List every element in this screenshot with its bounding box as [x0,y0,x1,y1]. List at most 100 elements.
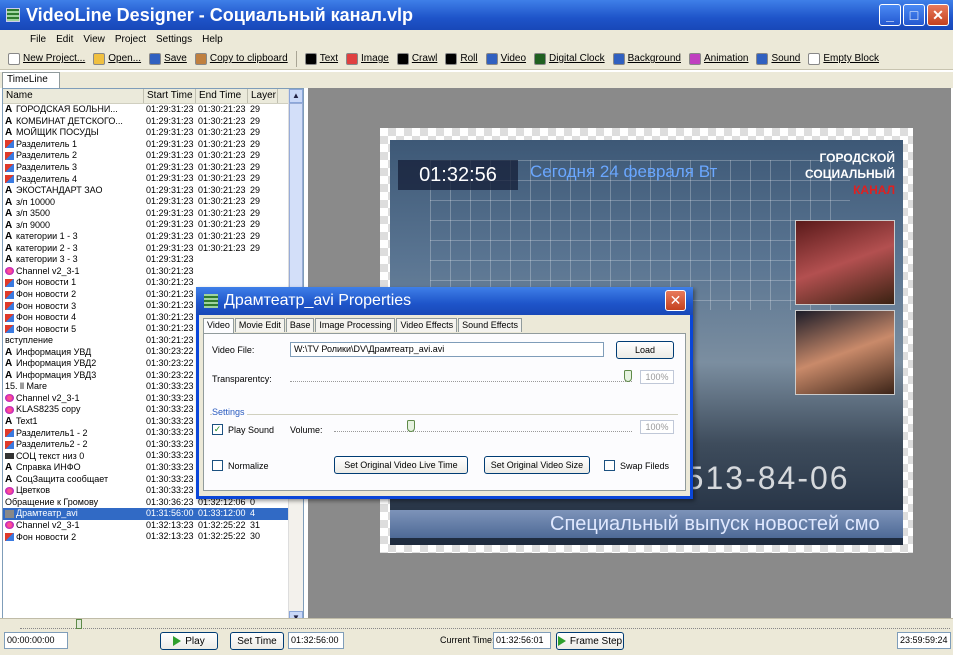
set-original-live-time-button[interactable]: Set Original Video Live Time [334,456,468,474]
volume-slider-knob[interactable] [406,420,415,432]
toolbar-empty-block-button[interactable]: Empty Block [804,52,883,65]
table-row[interactable]: Разделитель 2 01:29:31:23 01:30:21:23 29 [3,150,303,162]
row-layer: 29 [250,207,261,218]
close-button[interactable]: ✕ [927,4,949,26]
table-row[interactable]: Aз/п 9000 01:29:31:23 01:30:21:23 29 [3,219,303,231]
date-text[interactable]: Сегодня 24 февраля Вт [530,162,717,182]
table-row[interactable]: A КОМБИНАТ ДЕТСКОГО... 01:29:31:23 01:30:21… [3,116,303,128]
toolbar-background-button[interactable]: Background [609,52,685,65]
row-name: Информация УВД2 [16,358,97,369]
toolbar-video-button[interactable]: Video [482,52,530,65]
table-row[interactable]: A ЭКОСТАНДАРТ ЗАО 01:29:31:23 01:30:21:23 29 [3,185,303,197]
toolbar-crawl-button[interactable]: Crawl [393,52,442,65]
table-row[interactable]: Драмтеатр_avi 01:31:56:00 01:33:12:00 4 [3,508,303,520]
video-file-field[interactable]: W:\TV Ролики\DV\Драмтеатр_avi.avi [290,342,604,357]
volume-value[interactable]: 100% [640,420,674,434]
table-row[interactable]: Разделитель 4 01:29:31:23 01:30:21:23 29 [3,173,303,185]
row-name-cell: Разделитель 4 [3,173,144,185]
dialog-titlebar[interactable]: Драмтеатр_avi Properties ✕ [196,287,693,315]
set-time-button[interactable]: Set Time [230,632,284,650]
table-row[interactable]: A ГОРОДСКАЯ БОЛЬНИ... 01:29:31:23 01:30:21:… [3,104,303,116]
img-item-icon [5,290,14,299]
toolbar-label: Text [319,53,339,64]
tab-movie-edit[interactable]: Movie Edit [234,318,285,332]
transparency-value[interactable]: 100% [640,370,674,384]
minimize-button[interactable]: _ [879,4,901,26]
menu-help[interactable]: Help [202,34,223,45]
row-name-cell: Aкатегории 1 - 3 [3,231,144,243]
load-button[interactable]: Load [616,341,674,359]
maximize-button[interactable]: □ [903,4,925,26]
menu-project[interactable]: Project [115,34,146,45]
frame-step-button[interactable]: Frame Step [556,632,624,650]
set-time-field[interactable]: 01:32:56:00 [288,632,344,649]
tab-timeline[interactable]: TimeLine [2,72,60,88]
tab-image-processing[interactable]: Image Processing [315,318,396,332]
table-row[interactable]: Фон новости 2 01:32:13:23 01:32:25:22 30 [3,531,303,543]
pip-image-singer[interactable] [795,220,895,305]
current-time-field[interactable]: 01:32:56:01 [493,632,551,649]
row-name-cell: Aкатегории 2 - 3 [3,243,144,255]
swap-fields-checkbox[interactable] [604,460,615,471]
timeline-track-knob[interactable] [76,619,82,629]
toolbar-save-button[interactable]: Save [145,52,191,65]
row-start-time: 01:29:31:23 [146,184,194,195]
table-row[interactable]: Разделитель 3 01:29:31:23 01:30:21:23 29 [3,162,303,174]
table-row[interactable]: Aз/п 3500 01:29:31:23 01:30:21:23 29 [3,208,303,220]
timeline-track-slider[interactable] [20,619,950,629]
tab-base[interactable]: Base [285,318,315,332]
toolbar-label: New Project... [23,53,86,64]
play-button[interactable]: Play [160,632,218,650]
menu-file[interactable]: File [30,34,46,45]
column-end-time[interactable]: End Time [196,89,248,103]
table-row[interactable]: Разделитель 1 01:29:31:23 01:30:21:23 29 [3,139,303,151]
row-end-time: 01:30:21:23 [198,150,246,161]
tab-video[interactable]: Video [203,318,234,333]
table-row[interactable]: Aкатегории 2 - 3 01:29:31:23 01:30:21:23 29 [3,243,303,255]
normalize-checkbox[interactable] [212,460,223,471]
toolbar-new-project-button[interactable]: New Project... [4,52,89,65]
digital-clock[interactable]: 01:32:56 [398,160,518,190]
table-row[interactable]: Aкатегории 1 - 3 01:29:31:23 01:30:21:23 29 [3,231,303,243]
dialog-close-button[interactable]: ✕ [665,290,686,311]
time-end-field[interactable]: 23:59:59:24 [897,632,951,649]
row-name: Разделитель 3 [16,162,77,172]
column-start-time[interactable]: Start Time [144,89,196,103]
table-row[interactable]: Aз/п 10000 01:29:31:23 01:30:21:23 29 [3,196,303,208]
pip-image-speaker[interactable] [795,310,895,395]
toolbar-sound-button[interactable]: Sound [752,52,804,65]
channel-logo[interactable]: ГОРОДСКОЙ СОЦИАЛЬНЫЙ КАНАЛ [805,150,895,198]
column-layer[interactable]: Layer [248,89,278,103]
toolbar-roll-button[interactable]: Roll [441,52,481,65]
table-row[interactable]: Channel v2_3-1 01:32:13:23 01:32:25:22 31 [3,520,303,532]
row-name: Разделитель2 - 2 [16,439,88,450]
ticker-bar[interactable]: Специальный выпуск новостей смо [390,510,903,538]
scroll-up-arrow-icon[interactable]: ▲ [289,89,303,103]
menu-view[interactable]: View [83,34,105,45]
toolbar-digital-clock-button[interactable]: Digital Clock [530,52,609,65]
text-item-icon: A [5,358,13,370]
table-row[interactable]: Channel v2_3-1 01:30:21:23 [3,266,303,278]
volume-slider[interactable] [334,420,632,432]
table-row[interactable]: A МОЙЩИК ПОСУДЫ 01:29:31:23 01:30:21:23 29 [3,127,303,139]
swap-fields-label: Swap Fileds [620,461,670,471]
toolbar-clipboard-button[interactable]: Copy to clipboard [191,52,292,65]
time-start-field[interactable]: 00:00:00:00 [4,632,68,649]
play-sound-checkbox[interactable]: ✓ [212,424,223,435]
toolbar-open-folder-button[interactable]: Open... [89,52,145,65]
text-item-icon: A [5,208,13,220]
menu-edit[interactable]: Edit [56,34,73,45]
tab-sound-effects[interactable]: Sound Effects [458,318,523,332]
text-item-icon: A [5,104,13,116]
tab-video-effects[interactable]: Video Effects [396,318,458,332]
toolbar-image-button[interactable]: Image [342,52,393,65]
transparency-slider-knob[interactable] [624,370,632,382]
toolbar-text-button[interactable]: Text [301,52,342,65]
row-layer: 29 [250,231,261,242]
set-original-size-button[interactable]: Set Original Video Size [484,456,590,474]
toolbar-animation-button[interactable]: Animation [685,52,752,65]
column-name[interactable]: Name [3,89,144,103]
transparency-slider[interactable] [290,370,632,382]
menu-settings[interactable]: Settings [156,34,192,45]
table-row[interactable]: Aкатегории 3 - 3 01:29:31:23 [3,254,303,266]
